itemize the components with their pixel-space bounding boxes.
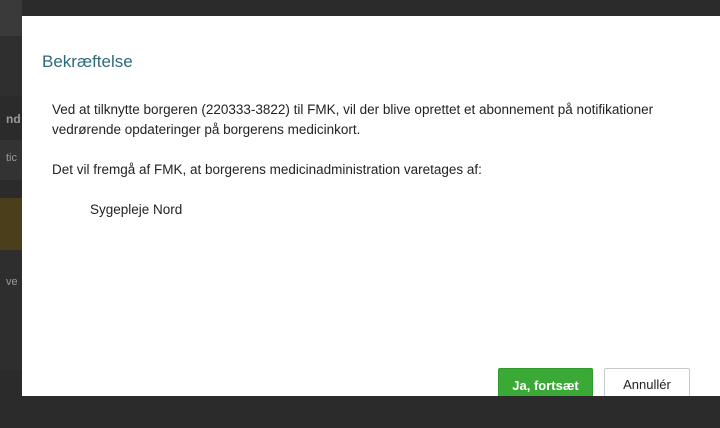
background-panel-strip: ve — [0, 250, 22, 370]
dialog-message: Ved at tilknytte borgeren (220333-3822) … — [52, 102, 654, 137]
dialog-message: Det vil fremgå af FMK, at borgerens medi… — [52, 162, 482, 177]
dialog-body: Ved at tilknytte borgeren (220333-3822) … — [52, 100, 692, 220]
dialog-title: Bekræftelse — [42, 52, 133, 71]
background-panel-strip: nd — [0, 36, 22, 126]
background-footer — [0, 396, 720, 428]
background-text: tic — [6, 152, 17, 164]
recipient-name: Sygepleje Nord — [90, 202, 183, 217]
background-text: nd — [6, 112, 21, 126]
background-highlight-strip — [0, 198, 22, 250]
background-text: ve — [6, 276, 18, 288]
confirmation-dialog: Bekræftelse Ved at tilknytte borgeren (2… — [22, 16, 720, 402]
background-panel-strip: tic — [0, 140, 22, 180]
background-header-strip — [0, 0, 22, 36]
